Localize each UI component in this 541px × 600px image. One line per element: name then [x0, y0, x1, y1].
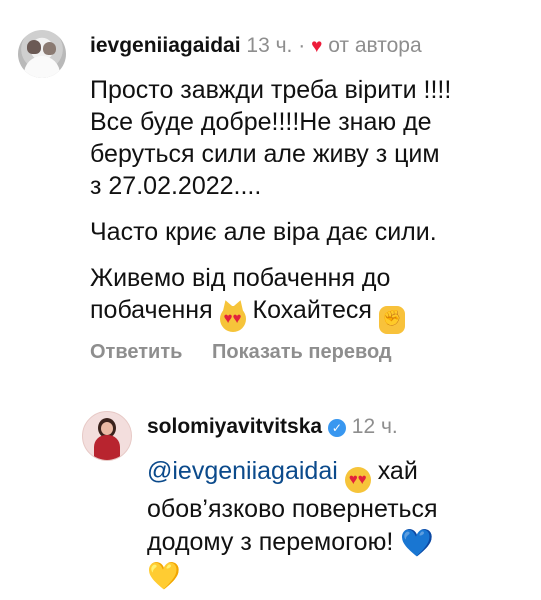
- separator-dot: ·: [298, 34, 306, 57]
- show-translation-button[interactable]: Показать перевод: [212, 341, 392, 363]
- blue-heart-icon: 💙: [400, 528, 434, 558]
- yellow-heart-icon: 💛: [147, 561, 181, 591]
- heart-icon: ♥: [311, 36, 323, 57]
- timestamp: 12 ч.: [351, 415, 398, 438]
- avatar-clothing: [94, 435, 120, 460]
- comment-paragraph: Просто завжди треба вірити !!!! Все буде…: [90, 76, 452, 200]
- avatar-person-2: [43, 42, 56, 55]
- username[interactable]: ievgeniiagaidai: [90, 34, 241, 57]
- comment-text: @ievgeniiagaidai ♥♥ хай обов’язково пове…: [147, 455, 532, 594]
- avatar-face: [101, 422, 113, 435]
- username[interactable]: solomiyavitvitska: [147, 415, 322, 438]
- mention-link[interactable]: @ievgeniiagaidai: [147, 457, 338, 485]
- verified-badge-icon: ✓: [327, 419, 346, 437]
- comment-actions: Ответить Показать перевод: [90, 341, 416, 364]
- raised-fist-icon: ✊: [378, 306, 405, 334]
- avatar[interactable]: [82, 411, 132, 461]
- comment-paragraph: Часто криє але віра дає сили.: [90, 218, 437, 246]
- avatar-person-1: [27, 40, 41, 54]
- heart-eyes-cat-icon: ♥♥: [219, 306, 246, 332]
- comment-paragraph: Живемо від побачення до побачення ♥♥ Кох…: [90, 262, 530, 334]
- avatar[interactable]: [18, 30, 66, 78]
- comment-header: solomiyavitvitska ✓ 12 ч.: [147, 415, 398, 439]
- comment-text-segment: Кохайтеся: [245, 296, 379, 324]
- heart-eyes-smile-icon: ♥♥: [344, 467, 371, 493]
- avatar-clothing: [24, 56, 60, 78]
- reply-button[interactable]: Ответить: [90, 341, 182, 363]
- liked-by-author-label: от автора: [328, 34, 422, 57]
- comment-text: Просто завжди треба вірити !!!! Все буде…: [90, 74, 530, 348]
- comment-header: ievgeniiagaidai 13 ч. · ♥ от автора: [90, 34, 422, 58]
- timestamp: 13 ч.: [246, 34, 293, 57]
